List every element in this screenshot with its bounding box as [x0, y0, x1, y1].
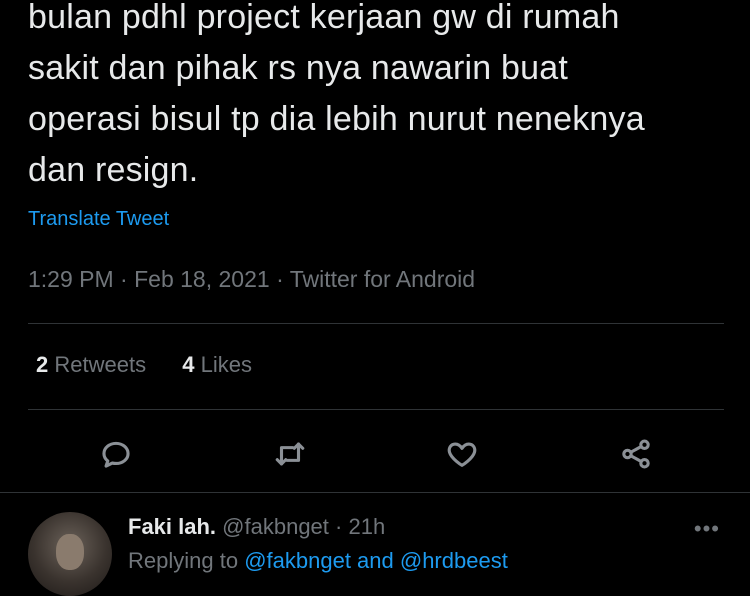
reply-separator: ·	[335, 514, 349, 539]
replying-to-users[interactable]: @fakbnget and @hrdbeest	[244, 548, 508, 573]
translate-tweet-link[interactable]: Translate Tweet	[28, 208, 169, 231]
retweets-label: Retweets	[54, 352, 147, 377]
retweets-count: 2	[36, 352, 49, 377]
tweet-source[interactable]: Twitter for Android	[290, 266, 475, 292]
replying-prefix: Replying to	[128, 548, 239, 573]
tweet-date: Feb 18, 2021	[134, 266, 270, 292]
tweet-line: sakit dan pihak rs nya nawarin buat	[28, 49, 568, 87]
heart-icon	[447, 442, 477, 467]
reply-button[interactable]	[94, 432, 138, 476]
meta-separator: ·	[276, 266, 290, 292]
retweets-stat[interactable]: 2 Retweets	[36, 352, 146, 377]
tweet-time: 1:29 PM	[28, 266, 114, 292]
like-button[interactable]	[440, 432, 484, 476]
reply-author-handle[interactable]: @fakbnget	[222, 514, 329, 539]
tweet-line: operasi bisul tp dia lebih nurut nenekny…	[28, 100, 645, 138]
retweet-icon	[275, 442, 305, 466]
replying-to: Replying to @fakbnget and @hrdbeest	[128, 548, 508, 574]
reply-icon	[102, 441, 130, 468]
divider	[0, 492, 750, 493]
avatar-face	[56, 534, 84, 570]
tweet-line: dan resign.	[28, 151, 199, 189]
share-button[interactable]	[614, 432, 658, 476]
tweet-meta: 1:29 PM · Feb 18, 2021 · Twitter for And…	[28, 266, 475, 293]
avatar[interactable]	[28, 512, 112, 596]
retweet-button[interactable]	[268, 432, 312, 476]
meta-separator: ·	[120, 266, 135, 292]
share-icon	[622, 439, 650, 469]
reply-author-name[interactable]: Faki lah.	[128, 514, 216, 539]
divider	[28, 409, 724, 410]
reply-header: Faki lah. @fakbnget · 21h	[128, 514, 385, 540]
tweet-text: bulan pdhl project kerjaan gw di rumah s…	[28, 0, 738, 196]
tweet-actions	[0, 432, 750, 476]
likes-count: 4	[182, 352, 195, 377]
tweet-line: bulan pdhl project kerjaan gw di rumah	[28, 0, 620, 36]
more-options-icon[interactable]: •••	[694, 516, 720, 542]
likes-stat[interactable]: 4 Likes	[182, 352, 252, 377]
divider	[28, 323, 724, 324]
likes-label: Likes	[200, 352, 252, 377]
reply-time: 21h	[348, 514, 386, 539]
tweet-stats: 2 Retweets 4 Likes	[36, 352, 282, 378]
